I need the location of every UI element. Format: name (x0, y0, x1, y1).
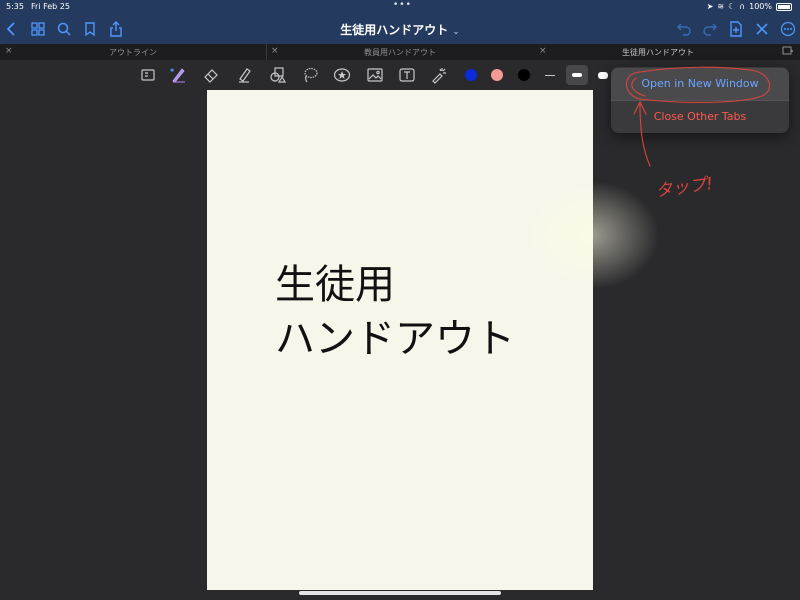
popup-glow (520, 180, 660, 290)
chevron-down-icon[interactable]: ⌄ (452, 27, 460, 37)
document-title-text[interactable]: 生徒用ハンドアウト (340, 23, 448, 37)
new-tab-icon[interactable] (782, 46, 794, 57)
moon-icon: ☾ (728, 2, 736, 11)
pen-icon: ✱ (170, 68, 185, 83)
page-text-line-2: ハンドアウト (275, 316, 515, 362)
add-page-button[interactable] (726, 14, 746, 44)
bookmark-button[interactable] (80, 14, 100, 44)
open-in-new-window-item[interactable]: Open in New Window (611, 68, 789, 100)
search-icon (57, 22, 71, 36)
lasso-icon (304, 67, 318, 83)
shapes-icon (270, 67, 286, 83)
thumbnails-button[interactable] (28, 14, 48, 44)
highlighter-icon (239, 68, 251, 83)
highlighter-tool[interactable] (233, 64, 255, 86)
battery-icon (776, 2, 792, 11)
elements-tool[interactable] (331, 64, 353, 86)
stroke-width-medium[interactable] (566, 65, 588, 85)
status-bar: 5:35 Fri Feb 25 ••• ➤ ≋ ☾ ∩ 100% (0, 0, 800, 14)
status-date: Fri Feb 25 (31, 2, 70, 11)
more-button[interactable] (778, 14, 798, 44)
undo-button[interactable] (674, 14, 694, 44)
grid-icon (31, 22, 45, 36)
close-button[interactable] (752, 14, 772, 44)
bookmark-icon (85, 22, 95, 37)
tab-label[interactable]: 教員用ハンドアウト (266, 47, 534, 58)
share-icon (110, 21, 122, 37)
redo-icon (703, 23, 717, 36)
shape-tool[interactable] (266, 64, 288, 86)
redo-button[interactable] (700, 14, 720, 44)
svg-text:✱: ✱ (170, 68, 175, 74)
location-icon: ➤ (706, 2, 714, 11)
notebook-page[interactable]: 生徒用 ハンドアウト (207, 90, 593, 590)
tab-label[interactable]: アウトライン (0, 47, 266, 58)
color-swatch-black[interactable] (518, 69, 530, 81)
navigation-bar: 生徒用ハンドアウト ⌄ (0, 14, 800, 44)
image-tool[interactable] (364, 64, 386, 86)
thick-line-icon (598, 71, 608, 79)
tab-label[interactable]: 生徒用ハンドアウト (534, 47, 782, 58)
eraser-tool[interactable] (200, 64, 222, 86)
wifi-icon: ≋ (717, 2, 725, 11)
more-icon (780, 21, 796, 37)
status-time: 5:35 (6, 2, 24, 11)
back-button[interactable] (2, 14, 22, 44)
close-other-tabs-item[interactable]: Close Other Tabs (611, 101, 789, 133)
page-handwriting: 生徒用 ハンドアウト (275, 258, 515, 366)
color-swatch-blue[interactable] (465, 69, 477, 81)
status-indicators: ➤ ≋ ☾ ∩ 100% (707, 2, 792, 11)
lasso-tool[interactable] (299, 64, 321, 86)
tab-outline[interactable]: × アウトライン (0, 44, 267, 60)
medium-line-icon (572, 73, 582, 77)
reader-mode-icon (141, 69, 155, 81)
add-page-icon (730, 21, 742, 37)
tab-student-handout[interactable]: × 生徒用ハンドアウト (534, 44, 782, 60)
thin-line-icon (545, 74, 555, 76)
eraser-icon (204, 69, 218, 83)
text-tool[interactable] (396, 64, 418, 86)
image-icon (367, 68, 383, 82)
laser-pointer-icon (432, 68, 446, 84)
laser-pointer-tool[interactable] (428, 64, 450, 86)
stroke-width-thin[interactable] (539, 65, 561, 85)
search-button[interactable] (54, 14, 74, 44)
document-canvas[interactable]: 生徒用 ハンドアウト (0, 90, 800, 600)
page-text-line-1: 生徒用 (275, 262, 395, 308)
chevron-left-icon (6, 22, 15, 36)
star-sticker-icon (333, 68, 351, 82)
tab-bar: × アウトライン × 教員用ハンドアウト × 生徒用ハンドアウト (0, 44, 800, 60)
home-indicator[interactable] (299, 591, 501, 595)
tab-teacher-handout[interactable]: × 教員用ハンドアウト (266, 44, 535, 60)
undo-icon (677, 23, 691, 36)
read-only-toggle[interactable] (137, 64, 159, 86)
color-swatch-pink[interactable] (491, 69, 503, 81)
tab-context-menu: Open in New Window Close Other Tabs (611, 67, 789, 133)
close-icon (756, 23, 768, 35)
multitasking-dots-icon[interactable]: ••• (393, 0, 412, 10)
battery-percent: 100% (749, 2, 772, 11)
pen-tool[interactable]: ✱ (167, 64, 189, 86)
headphones-icon: ∩ (739, 2, 746, 11)
share-button[interactable] (106, 14, 126, 44)
text-box-icon (399, 68, 415, 82)
